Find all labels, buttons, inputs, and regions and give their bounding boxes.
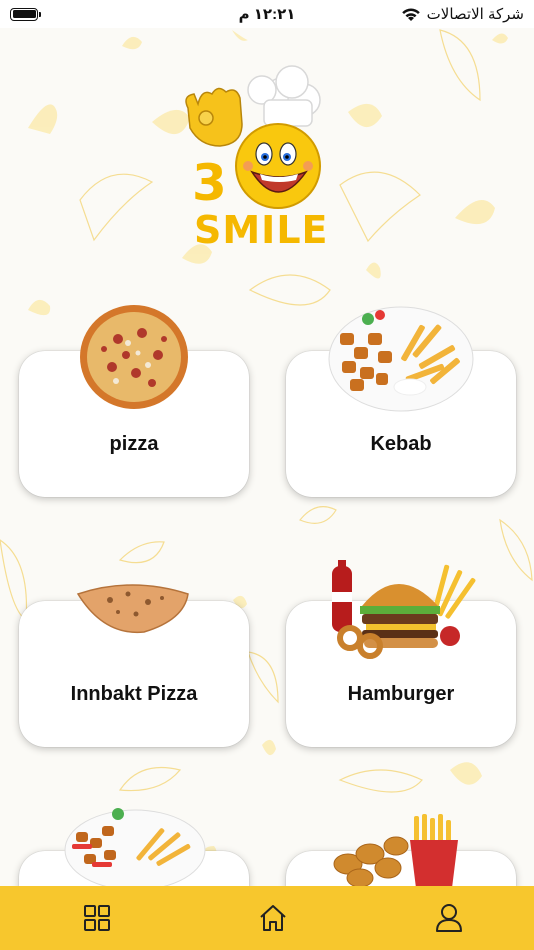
wifi-icon <box>401 8 420 21</box>
category-label: pizza <box>109 433 159 455</box>
category-label: Kebab <box>370 433 432 455</box>
profile-icon <box>436 904 462 932</box>
carrier-name: شركة الاتصالات <box>426 6 524 23</box>
kebab-plate-image <box>328 306 474 412</box>
calzone-image <box>76 584 189 634</box>
nav-profile-button[interactable] <box>434 903 464 933</box>
nav-categories-button[interactable] <box>82 903 112 933</box>
category-label: Innbakt Pizza <box>70 683 198 705</box>
pizza-image <box>80 305 188 409</box>
category-grid: pizza Kebab Innbakt Pizza Hamburger <box>0 0 534 950</box>
hamburger-meal-image <box>332 560 476 659</box>
battery-icon <box>10 7 41 21</box>
home-icon <box>260 905 286 931</box>
grid-icon <box>84 905 110 931</box>
category-label: Hamburger <box>347 683 455 705</box>
nav-home-button[interactable] <box>258 903 288 933</box>
bottom-navigation <box>0 886 534 950</box>
status-bar: ١٢:٢١ م شركة الاتصالات <box>0 0 534 28</box>
chicken-plate-image <box>64 808 206 888</box>
nuggets-fries-image <box>333 814 458 888</box>
